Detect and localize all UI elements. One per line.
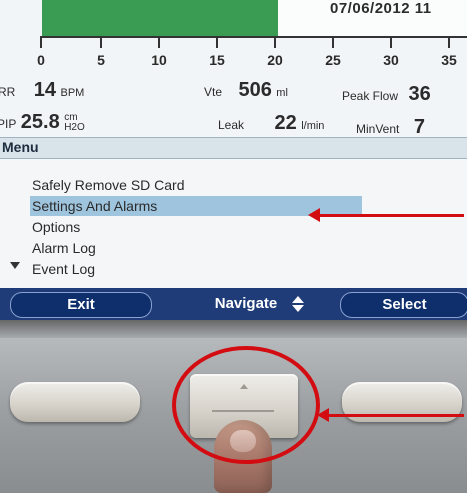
- leak-value: 22: [274, 112, 297, 134]
- rr-unit: BPM: [60, 87, 85, 99]
- scale-tick-label: 10: [151, 52, 167, 68]
- minvent-readout: MinVent 7: [356, 116, 425, 139]
- rr-value: 14: [33, 79, 57, 101]
- device-photo: 07/06/2012 11 0 5 10 15 20 25 30 35 RR 1…: [0, 0, 467, 493]
- left-hardware-button[interactable]: [10, 382, 140, 422]
- pip-unit: cm H2O: [64, 113, 85, 133]
- rr-label: RR: [0, 85, 16, 99]
- menu-item-alarm-log[interactable]: Alarm Log: [32, 238, 96, 258]
- softkey-select[interactable]: Select: [340, 292, 467, 318]
- peak-flow-readout: Peak Flow 36: [342, 83, 431, 106]
- peak-flow-value: 36: [408, 83, 431, 105]
- softkey-bar: Exit Navigate Select: [0, 288, 467, 320]
- menu-title-bar: Menu: [0, 137, 467, 159]
- rr-readout: RR 14 BPM: [0, 79, 84, 102]
- pip-unit-bottom: H2O: [64, 122, 85, 133]
- highlight-circle: [172, 346, 320, 464]
- vte-label: Vte: [204, 85, 223, 99]
- pressure-bar-fill: [42, 0, 281, 36]
- vte-value: 506: [238, 79, 272, 101]
- leak-label: Leak: [218, 118, 245, 132]
- scale-tick-label: 30: [383, 52, 399, 68]
- scale-tick: [216, 38, 218, 48]
- vte-unit: ml: [276, 87, 288, 99]
- scroll-down-caret-icon: [10, 262, 20, 269]
- bezel-top-edge: [0, 320, 467, 338]
- pip-readout: PIP 25.8 cm H2O: [0, 111, 85, 134]
- menu-title: Menu: [2, 139, 39, 155]
- up-down-arrows-icon: [292, 296, 304, 314]
- scale-tick: [390, 38, 392, 48]
- scale-tick: [158, 38, 160, 48]
- date-time: 07/06/2012 11: [330, 0, 432, 17]
- pip-value: 25.8: [20, 111, 60, 133]
- pip-label: PIP: [0, 117, 17, 131]
- scale-tick-label: 35: [441, 52, 457, 68]
- scale-tick-label: 5: [97, 52, 105, 68]
- scale-tick: [100, 38, 102, 48]
- vte-readout: Vte 506 ml: [204, 79, 288, 102]
- scale-tick-label: 25: [325, 52, 341, 68]
- menu-item-options[interactable]: Options: [32, 217, 80, 237]
- annotation-arrow-settings: [308, 208, 464, 222]
- menu-item-event-log[interactable]: Event Log: [32, 259, 95, 279]
- minvent-label: MinVent: [356, 122, 400, 136]
- scale-tick-label: 0: [37, 52, 45, 68]
- scale-tick: [332, 38, 334, 48]
- peak-flow-label: Peak Flow: [342, 89, 399, 103]
- scale-tick-label: 20: [267, 52, 283, 68]
- scale-tick: [448, 38, 450, 48]
- minvent-value: 7: [413, 116, 425, 138]
- softkey-exit[interactable]: Exit: [10, 292, 152, 318]
- scale-tick-label: 15: [209, 52, 225, 68]
- menu-item-safely-remove-sd-card[interactable]: Safely Remove SD Card: [32, 175, 185, 195]
- annotation-arrow-button: [317, 408, 464, 422]
- scale-tick: [274, 38, 276, 48]
- leak-readout: Leak 22 l/min: [218, 112, 324, 135]
- scale-axis: [40, 36, 467, 38]
- leak-unit: l/min: [301, 120, 325, 132]
- scale-tick: [40, 38, 42, 48]
- softkey-navigate-label: Navigate: [214, 295, 278, 312]
- device-screen: 07/06/2012 11 0 5 10 15 20 25 30 35 RR 1…: [0, 0, 467, 320]
